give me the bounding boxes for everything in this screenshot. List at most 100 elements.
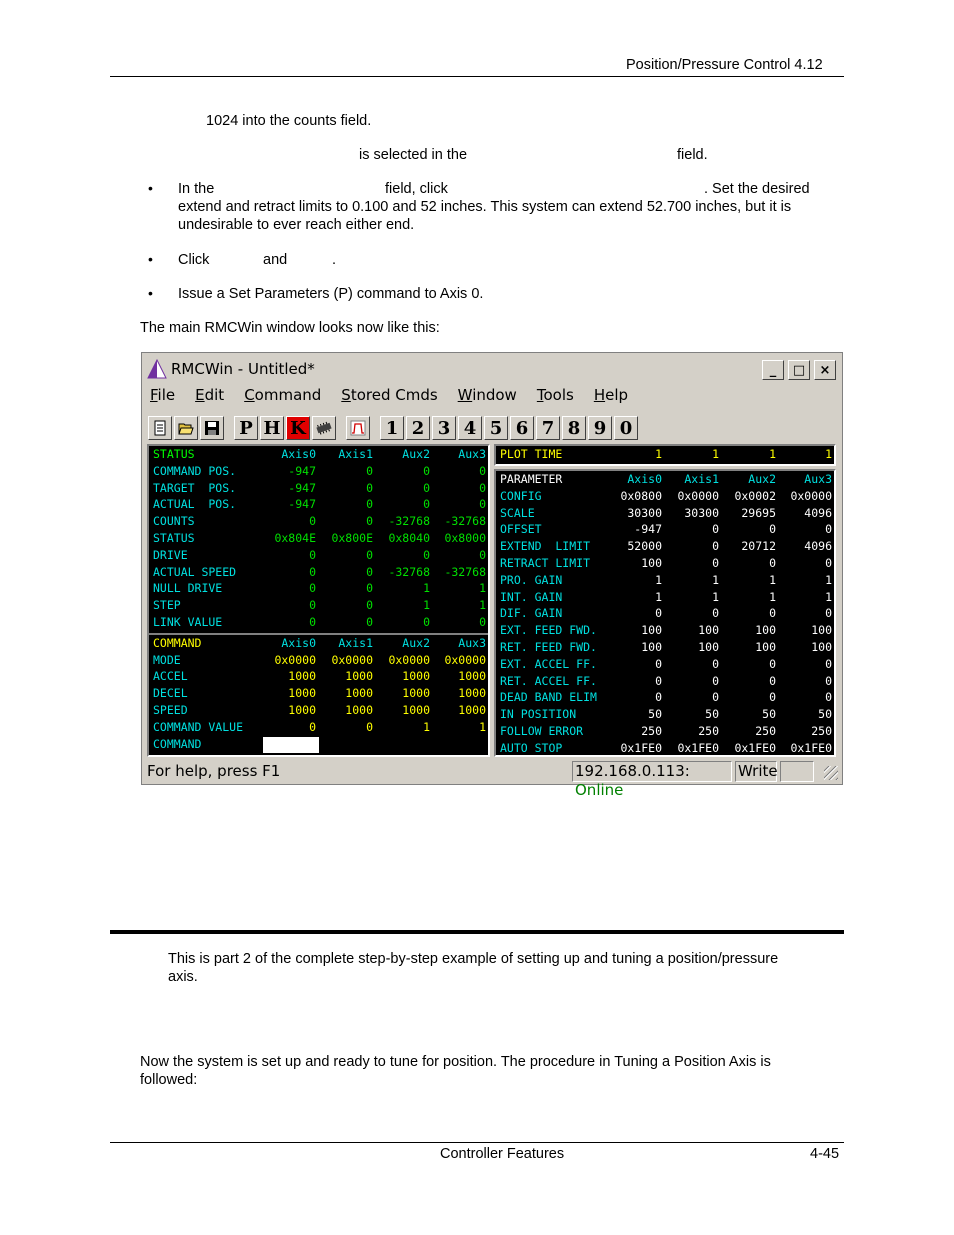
value-cell[interactable]: 0	[309, 615, 316, 629]
value-cell[interactable]: 0	[366, 598, 373, 612]
value-cell[interactable]: 0x0000	[274, 653, 316, 667]
value-cell[interactable]: 0	[479, 497, 486, 511]
open-file-button[interactable]	[174, 416, 198, 440]
value-cell[interactable]: 0	[825, 606, 832, 620]
value-cell[interactable]: 0	[423, 615, 430, 629]
value-cell[interactable]: 0	[366, 720, 373, 734]
value-cell[interactable]: 0	[309, 548, 316, 562]
value-cell[interactable]: 0	[712, 674, 719, 688]
value-cell[interactable]: 250	[755, 724, 776, 738]
value-cell[interactable]: 0	[309, 565, 316, 579]
value-cell[interactable]: 0	[769, 522, 776, 536]
value-cell[interactable]: 50	[818, 707, 832, 721]
value-cell[interactable]: 4096	[804, 506, 832, 520]
value-cell[interactable]: 0x0000	[444, 653, 486, 667]
value-cell[interactable]: 1	[655, 590, 662, 604]
value-cell[interactable]: 0	[423, 481, 430, 495]
value-cell[interactable]: 0	[366, 581, 373, 595]
value-cell[interactable]: -947	[634, 522, 662, 536]
value-cell[interactable]: 0	[712, 606, 719, 620]
resize-grip[interactable]	[824, 766, 838, 780]
value-cell[interactable]: 1	[479, 720, 486, 734]
value-cell[interactable]: 0	[366, 548, 373, 562]
value-cell[interactable]: 100	[755, 640, 776, 654]
value-cell[interactable]: 0x1FE0	[620, 741, 662, 755]
value-cell[interactable]: 1	[769, 590, 776, 604]
value-cell[interactable]: 1	[423, 720, 430, 734]
value-cell[interactable]: 1	[825, 590, 832, 604]
value-cell[interactable]: 4096	[804, 539, 832, 553]
value-cell[interactable]: 1000	[402, 703, 430, 717]
value-cell[interactable]: 250	[698, 724, 719, 738]
value-cell[interactable]: 0x0002	[734, 489, 776, 503]
value-cell[interactable]: -32768	[388, 514, 430, 528]
value-cell[interactable]: 0	[655, 657, 662, 671]
value-cell[interactable]: 1000	[458, 686, 486, 700]
value-cell[interactable]: 0x804E	[274, 531, 316, 545]
value-cell[interactable]: 1000	[345, 686, 373, 700]
value-cell[interactable]: 0x1FE0	[677, 741, 719, 755]
value-cell[interactable]: 0	[825, 690, 832, 704]
toolbar-k-button[interactable]: K	[286, 416, 310, 440]
value-cell[interactable]: 50	[648, 707, 662, 721]
value-cell[interactable]: 0x0000	[388, 653, 430, 667]
value-cell[interactable]: 0x0000	[677, 489, 719, 503]
value-cell[interactable]: 0	[712, 539, 719, 553]
value-cell[interactable]: 0	[309, 720, 316, 734]
command-input[interactable]	[263, 736, 319, 753]
value-cell[interactable]: 1	[655, 447, 662, 461]
value-cell[interactable]: 1	[769, 573, 776, 587]
value-cell[interactable]: 1	[769, 447, 776, 461]
value-cell[interactable]: 1000	[288, 703, 316, 717]
value-cell[interactable]: 1000	[402, 669, 430, 683]
value-cell[interactable]: 1	[655, 573, 662, 587]
toolbar-h-button[interactable]: H	[260, 416, 284, 440]
value-cell[interactable]: -32768	[444, 565, 486, 579]
toolbar-button-0[interactable]: 0	[614, 416, 638, 440]
value-cell[interactable]: -32768	[388, 565, 430, 579]
value-cell[interactable]: 0	[769, 690, 776, 704]
value-cell[interactable]: 1	[712, 573, 719, 587]
value-cell[interactable]: 0x8000	[444, 531, 486, 545]
value-cell[interactable]: 0	[366, 565, 373, 579]
toolbar-p-button[interactable]: P	[234, 416, 258, 440]
value-cell[interactable]: 0	[825, 657, 832, 671]
value-cell[interactable]: 0	[309, 514, 316, 528]
toolbar-button-1[interactable]: 1	[380, 416, 404, 440]
value-cell[interactable]: 1	[712, 590, 719, 604]
value-cell[interactable]: 29695	[741, 506, 776, 520]
value-cell[interactable]: 1	[825, 573, 832, 587]
menu-window[interactable]: Window	[456, 386, 519, 408]
value-cell[interactable]: 0	[423, 497, 430, 511]
menu-stored-cmds[interactable]: Stored Cmds	[339, 386, 439, 408]
value-cell[interactable]: 0	[479, 615, 486, 629]
value-cell[interactable]: 1	[423, 581, 430, 595]
toolbar-button-9[interactable]: 9	[588, 416, 612, 440]
value-cell[interactable]: 0	[479, 464, 486, 478]
value-cell[interactable]: -947	[288, 497, 316, 511]
value-cell[interactable]: 250	[811, 724, 832, 738]
value-cell[interactable]: 0	[825, 556, 832, 570]
toolbar-button-6[interactable]: 6	[510, 416, 534, 440]
value-cell[interactable]: 0	[366, 615, 373, 629]
value-cell[interactable]: 52000	[627, 539, 662, 553]
value-cell[interactable]: 1000	[402, 686, 430, 700]
value-cell[interactable]: 50	[705, 707, 719, 721]
value-cell[interactable]: 1	[423, 598, 430, 612]
value-cell[interactable]: 0x0000	[331, 653, 373, 667]
menu-command[interactable]: Command	[242, 386, 323, 408]
value-cell[interactable]: 1000	[458, 703, 486, 717]
value-cell[interactable]: 0	[712, 522, 719, 536]
plot-button[interactable]	[346, 416, 370, 440]
menu-edit[interactable]: Edit	[193, 386, 226, 408]
value-cell[interactable]: 0	[712, 690, 719, 704]
menu-tools[interactable]: Tools	[535, 386, 576, 408]
value-cell[interactable]: -947	[288, 464, 316, 478]
value-cell[interactable]: 30300	[627, 506, 662, 520]
value-cell[interactable]: -947	[288, 481, 316, 495]
value-cell[interactable]: 0	[712, 556, 719, 570]
value-cell[interactable]: 0	[655, 690, 662, 704]
value-cell[interactable]: 100	[811, 640, 832, 654]
toolbar-button-5[interactable]: 5	[484, 416, 508, 440]
value-cell[interactable]: 100	[811, 623, 832, 637]
